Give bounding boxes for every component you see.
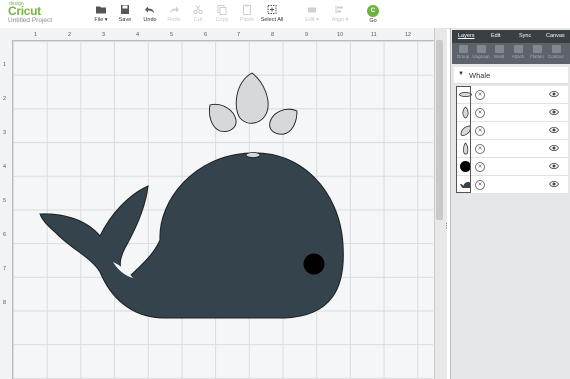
layer-row-spout-center[interactable]: ✕	[456, 140, 568, 158]
whale-artwork[interactable]	[0, 0, 446, 379]
layer-row-spout-right[interactable]: ✕	[456, 122, 568, 140]
group-icon	[458, 45, 468, 53]
blowhole-spout-shape[interactable]	[245, 152, 261, 158]
visibility-eye-icon[interactable]	[549, 162, 559, 170]
visibility-eye-icon[interactable]	[549, 144, 559, 152]
layer-row-whale-body[interactable]: ✕	[456, 176, 568, 194]
attach-icon	[513, 45, 523, 53]
tab-canvas[interactable]: Canvas	[546, 33, 565, 39]
layer-row-spout-left[interactable]: ✕	[456, 104, 568, 122]
visibility-eye-icon[interactable]	[549, 126, 559, 134]
tab-sync[interactable]: Sync	[519, 33, 531, 39]
visibility-eye-icon[interactable]	[549, 108, 559, 116]
hide-contour-icon[interactable]: ✕	[475, 162, 485, 172]
layer-row-eye[interactable]: ✕	[456, 158, 568, 176]
hide-contour-icon[interactable]: ✕	[475, 90, 485, 100]
tab-layers[interactable]: Layers	[458, 33, 475, 39]
scrollbar-thumb[interactable]	[436, 40, 443, 220]
visibility-eye-icon[interactable]	[549, 90, 559, 98]
weld-icon	[494, 45, 504, 53]
spout-left-shape[interactable]	[209, 103, 237, 132]
caret-down-icon[interactable]: ▼	[458, 71, 464, 77]
hide-contour-icon[interactable]: ✕	[475, 180, 485, 190]
contour-icon	[551, 45, 561, 53]
layer-group-name: Whale	[469, 71, 491, 80]
hide-contour-icon[interactable]: ✕	[475, 108, 485, 118]
hide-contour-icon[interactable]: ✕	[475, 126, 485, 136]
tab-edit[interactable]: Edit	[491, 33, 500, 39]
layer-row-spout-top[interactable]: ✕	[456, 86, 568, 104]
layer-selection-outline	[456, 86, 471, 193]
flatten-icon	[532, 45, 542, 53]
ungroup-icon	[476, 45, 486, 53]
contour-action-button[interactable]: Contour	[545, 45, 567, 59]
whale-body-shape[interactable]	[39, 152, 344, 319]
spout-center-shape[interactable]	[235, 72, 269, 124]
contour-action-label: Contour	[547, 54, 564, 59]
hide-contour-icon[interactable]: ✕	[475, 144, 485, 154]
visibility-eye-icon[interactable]	[549, 180, 559, 188]
panel-resize-grip-icon[interactable]: ⋮	[443, 222, 450, 230]
whale-eye-shape[interactable]	[303, 253, 325, 275]
spout-right-shape[interactable]	[269, 108, 298, 135]
